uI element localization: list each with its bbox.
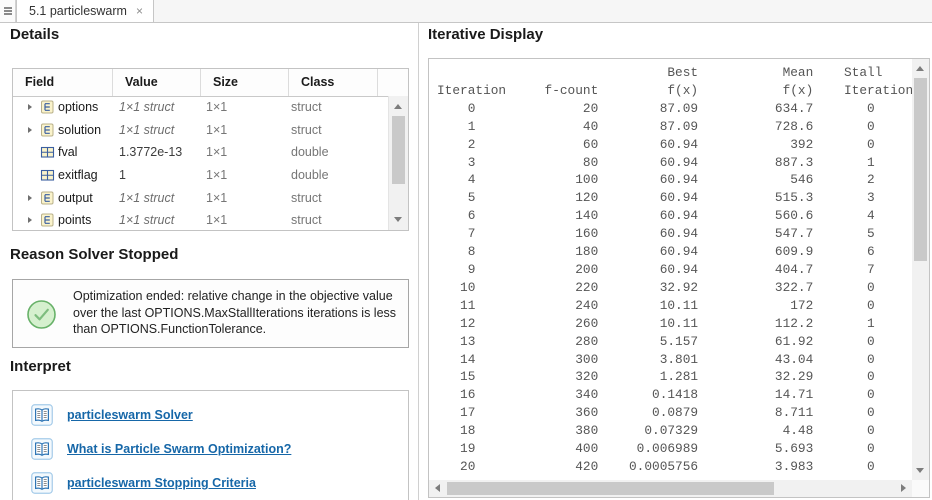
doc-link-row[interactable]: particleswarm Stopping Criteria	[31, 471, 256, 495]
pane-divider[interactable]	[418, 23, 419, 500]
book-icon	[31, 404, 53, 426]
app-window: 5.1 particleswarm × Details Field Value …	[0, 0, 932, 500]
field-class: struct	[291, 213, 322, 228]
doc-link[interactable]: What is Particle Swarm Optimization?	[67, 442, 291, 456]
doc-link[interactable]: particleswarm Stopping Criteria	[67, 476, 256, 490]
field-class: struct	[291, 122, 322, 137]
column-header-class[interactable]: Class	[289, 69, 378, 96]
doc-link-row[interactable]: particleswarm Solver	[31, 403, 193, 427]
expand-arrow-icon[interactable]	[28, 126, 32, 133]
column-header-size[interactable]: Size	[201, 69, 289, 96]
field-name: fval	[58, 145, 78, 160]
scroll-down-icon[interactable]	[916, 468, 924, 473]
tab-close-icon[interactable]: ×	[136, 5, 143, 17]
field-size: 1×1	[206, 122, 228, 137]
scrollbar-corner	[912, 480, 929, 497]
matrix-icon	[40, 147, 55, 159]
iterative-horizontal-scrollbar[interactable]	[429, 480, 912, 497]
scroll-right-icon[interactable]	[901, 484, 906, 492]
tab-label: 5.1 particleswarm	[29, 4, 127, 18]
struct-icon	[41, 213, 54, 227]
iterative-vertical-scrollbar[interactable]	[912, 59, 929, 480]
field-size: 1×1	[206, 213, 228, 228]
column-header-value[interactable]: Value	[113, 69, 201, 96]
column-header-filler	[378, 69, 408, 96]
table-row[interactable]: fval 1.3772e-13 1×1 double	[13, 141, 389, 164]
field-name: exitflag	[58, 168, 98, 183]
field-size: 1×1	[206, 168, 228, 183]
scroll-left-icon[interactable]	[435, 484, 440, 492]
details-vertical-scrollbar[interactable]	[388, 96, 408, 230]
iterative-output-text: Best Mean Stall Iteration f-count f(x) f…	[437, 65, 914, 474]
table-row[interactable]: exitflag 1 1×1 double	[13, 164, 389, 187]
scrollbar-thumb[interactable]	[447, 482, 774, 495]
reason-box: Optimization ended: relative change in t…	[12, 279, 409, 348]
field-size: 1×1	[206, 190, 228, 205]
field-value: 1×1 struct	[119, 100, 175, 115]
matrix-icon	[40, 170, 55, 181]
doc-link[interactable]: particleswarm Solver	[67, 408, 193, 422]
iterative-display-panel: Best Mean Stall Iteration f-count f(x) f…	[428, 58, 930, 498]
check-circle-icon	[27, 300, 56, 329]
table-row[interactable]: points 1×1 struct 1×1 struct	[13, 209, 389, 230]
table-row[interactable]: solution 1×1 struct 1×1 struct	[13, 119, 389, 142]
details-table-header: Field Value Size Class	[13, 69, 408, 97]
field-value: 1×1 struct	[119, 122, 175, 137]
field-name: options	[58, 100, 99, 115]
scroll-up-icon[interactable]	[394, 104, 402, 109]
field-name: points	[58, 213, 92, 228]
reason-heading: Reason Solver Stopped	[10, 246, 179, 263]
field-class: double	[291, 145, 329, 160]
interpret-heading: Interpret	[10, 358, 71, 375]
struct-icon	[41, 123, 54, 137]
book-icon	[31, 472, 53, 494]
panel-menu-button[interactable]	[0, 0, 16, 22]
details-table: Field Value Size Class options 1×1 struc…	[12, 68, 409, 231]
scrollbar-thumb[interactable]	[914, 78, 927, 261]
field-value: 1	[119, 168, 126, 183]
interpret-box: particleswarm Solver What is Particle Sw…	[12, 390, 409, 500]
field-size: 1×1	[206, 100, 228, 115]
iterative-display-heading: Iterative Display	[428, 26, 544, 43]
table-row[interactable]: options 1×1 struct 1×1 struct	[13, 96, 389, 119]
book-icon	[31, 438, 53, 460]
field-name: solution	[58, 122, 102, 137]
scrollbar-thumb[interactable]	[392, 116, 405, 184]
expand-arrow-icon[interactable]	[28, 104, 32, 111]
struct-icon	[41, 191, 54, 205]
tab-particleswarm[interactable]: 5.1 particleswarm ×	[16, 0, 154, 22]
field-value: 1.3772e-13	[119, 145, 183, 160]
field-value: 1×1 struct	[119, 213, 175, 228]
field-class: struct	[291, 190, 322, 205]
reason-message: Optimization ended: relative change in t…	[73, 289, 400, 336]
details-table-body: options 1×1 struct 1×1 struct solution 1…	[13, 96, 389, 230]
table-row[interactable]: output 1×1 struct 1×1 struct	[13, 186, 389, 209]
field-name: output	[58, 190, 93, 205]
field-class: struct	[291, 100, 322, 115]
scroll-down-icon[interactable]	[394, 217, 402, 222]
column-header-field[interactable]: Field	[13, 69, 113, 96]
field-value: 1×1 struct	[119, 190, 175, 205]
doc-link-row[interactable]: What is Particle Swarm Optimization?	[31, 437, 291, 461]
expand-arrow-icon[interactable]	[28, 194, 32, 201]
field-size: 1×1	[206, 145, 228, 160]
scroll-up-icon[interactable]	[916, 66, 924, 71]
hamburger-icon	[4, 7, 12, 9]
field-class: double	[291, 168, 329, 183]
tab-bar: 5.1 particleswarm ×	[0, 0, 932, 23]
struct-icon	[41, 100, 54, 114]
expand-arrow-icon[interactable]	[28, 217, 32, 224]
details-heading: Details	[10, 26, 60, 43]
